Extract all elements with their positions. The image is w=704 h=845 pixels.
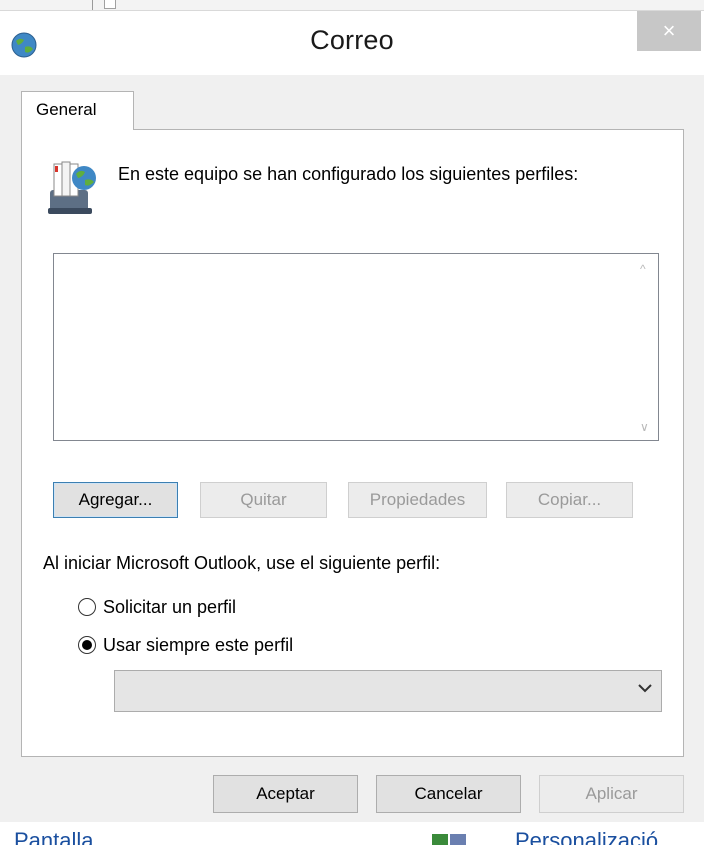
apply-button[interactable]: Aplicar [539,775,684,813]
ok-button[interactable]: Aceptar [213,775,358,813]
toolbar-separator [92,0,93,10]
profiles-list-scrollbar[interactable]: ^ ∨ [634,254,658,440]
properties-button[interactable]: Propiedades [348,482,487,518]
title-bar[interactable]: Correo × [0,11,704,75]
radio-dot [82,640,92,650]
scroll-down-icon[interactable]: ∨ [640,420,649,434]
radio-button[interactable] [78,598,96,616]
mail-profiles-icon [48,161,96,214]
radio-button-selected[interactable] [78,636,96,654]
add-button[interactable]: Agregar... [53,482,178,518]
background-window-strip: Pantalla Personalizació [0,822,704,845]
profile-select[interactable] [114,670,662,712]
cancel-button[interactable]: Cancelar [376,775,521,813]
personalization-icon [432,834,466,845]
close-button[interactable]: × [637,11,701,51]
profiles-list[interactable]: ^ ∨ [53,253,659,441]
background-item-label: Pantalla [14,828,94,845]
mail-dialog: Correo × General En este equipo se han c… [0,10,704,823]
option-label: Usar siempre este perfil [103,635,294,655]
dialog-client-area: General En este equipo se han configurad… [0,75,704,823]
copy-button[interactable]: Copiar... [506,482,633,518]
scroll-up-icon[interactable]: ^ [640,262,646,276]
option-label: Solicitar un perfil [103,597,237,617]
general-tab-panel: En este equipo se han configurado los si… [21,129,684,757]
chevron-down-icon [638,684,652,693]
background-item-label: Personalizació [515,828,659,845]
startup-profile-label: Al iniciar Microsoft Outlook, use el sig… [43,553,441,573]
tab-label: General [36,100,97,119]
dialog-title: Correo [310,25,394,55]
profiles-info-text: En este equipo se han configurado los si… [118,164,579,184]
document-icon [104,0,116,9]
remove-button[interactable]: Quitar [200,482,327,518]
tab-general[interactable]: General [21,91,134,130]
